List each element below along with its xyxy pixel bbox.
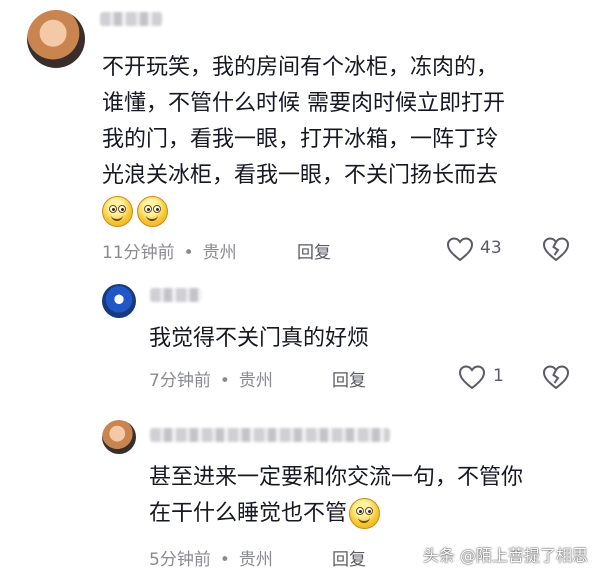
username-blurred[interactable] — [150, 428, 390, 442]
broken-heart-icon[interactable] — [542, 236, 570, 262]
broken-heart-icon[interactable] — [542, 364, 570, 390]
like-count: 1 — [493, 366, 504, 386]
location: 贵州 — [238, 371, 273, 391]
comment-line: 在干什么睡觉也不管 — [149, 501, 348, 526]
separator-dot: • — [219, 371, 230, 391]
avatar[interactable] — [102, 420, 136, 454]
comment-line-with-emoji: 在干什么睡觉也不管 — [149, 496, 384, 531]
avatar[interactable] — [102, 284, 136, 318]
username-blurred[interactable] — [100, 12, 162, 26]
username-blurred[interactable] — [150, 288, 202, 302]
timestamp: 5分钟前 — [149, 550, 211, 570]
separator-dot: • — [183, 243, 194, 263]
comment-line: 谁懂，不管什么时候 需要肉时候立即打开 — [102, 91, 505, 116]
smile-emoji-icon — [137, 196, 168, 227]
like-count: 43 — [480, 238, 502, 258]
comment-meta: 7分钟前 • 贵州 — [149, 366, 273, 391]
comment-line: 我觉得不关门真的好烦 — [149, 326, 370, 351]
timestamp: 7分钟前 — [149, 371, 211, 391]
comment-meta: 11分钟前 • 贵州 — [102, 238, 237, 263]
reply-button[interactable]: 回复 — [297, 238, 331, 263]
comment-line: 光浪关冰柜，看我一眼，不关门扬长而去 — [102, 163, 499, 188]
comment-line: 我的门，看我一眼，打开冰箱，一阵丁玲 — [102, 127, 499, 152]
comment-line: 甚至进来一定要和你交流一句，不管你 — [149, 465, 524, 490]
heart-outline-icon[interactable] — [458, 364, 486, 390]
timestamp: 11分钟前 — [102, 243, 175, 263]
reply-button[interactable]: 回复 — [332, 366, 366, 391]
comment-line: 不开玩笑，我的房间有个冰柜，冻肉的， — [102, 55, 499, 80]
smile-emoji-icon — [102, 196, 133, 227]
avatar[interactable] — [27, 10, 85, 68]
watermark: 头条 @陌上菩提了相思 — [422, 546, 588, 565]
smile-emoji-icon — [349, 498, 381, 529]
location: 贵州 — [202, 243, 237, 263]
separator-dot: • — [219, 550, 230, 570]
heart-outline-icon[interactable] — [446, 236, 474, 262]
comment-meta: 5分钟前 • 贵州 — [149, 545, 273, 570]
emoji-row — [102, 196, 172, 227]
reply-button[interactable]: 回复 — [332, 545, 366, 570]
location: 贵州 — [238, 550, 273, 570]
